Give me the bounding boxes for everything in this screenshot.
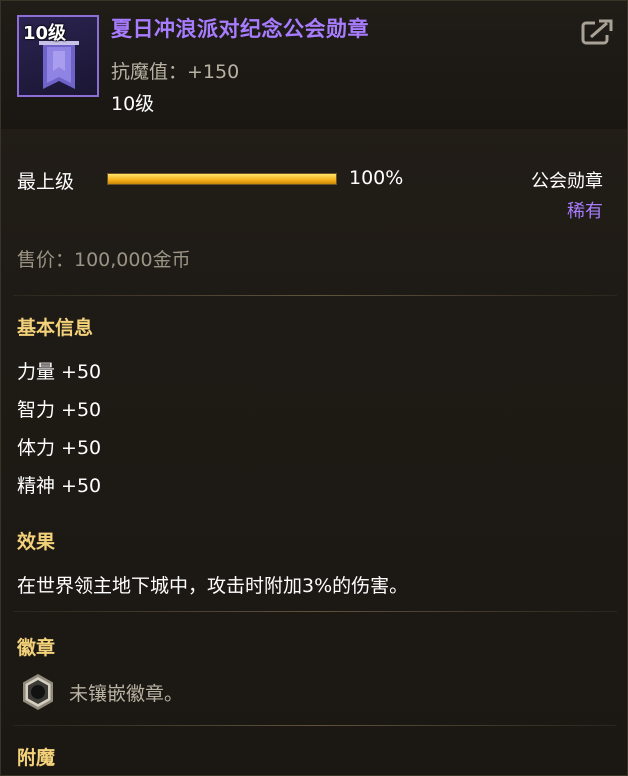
level-progress-text: 100%: [349, 167, 404, 189]
effect-title: 效果: [17, 531, 56, 553]
enhance-level-label: 最上级: [17, 171, 75, 193]
level-progress-fill: [108, 174, 336, 184]
item-icon-level: 10级: [23, 23, 67, 44]
emblem-title: 徽章: [17, 637, 56, 659]
divider: [13, 295, 617, 296]
item-title: 夏日冲浪派对纪念公会勋章: [111, 17, 369, 41]
item-main-stat: 抗魔值：+150: [111, 61, 240, 83]
item-rarity: 稀有: [567, 201, 603, 222]
item-level: 10级: [111, 93, 155, 115]
basic-info-title: 基本信息: [17, 317, 94, 339]
enchant-title: 附魔: [17, 747, 56, 769]
guild-banner-icon: [39, 41, 79, 89]
item-price: 售价：100,000金币: [17, 249, 191, 271]
stat-line: 体力 +50: [17, 437, 102, 459]
item-type: 公会勋章: [531, 171, 603, 192]
stat-line: 力量 +50: [17, 361, 102, 383]
stat-line: 智力 +50: [17, 399, 102, 421]
item-header: 10级 夏日冲浪派对纪念公会勋章 抗魔值：+150 10级: [1, 1, 627, 129]
item-icon-frame: 10级: [17, 15, 99, 97]
level-progress-bar: [107, 173, 337, 185]
share-export-icon[interactable]: [581, 17, 615, 47]
empty-emblem-slot-icon: [23, 674, 53, 710]
emblem-status-text: 未镶嵌徽章。: [69, 683, 184, 705]
divider: [13, 725, 617, 726]
effect-text: 在世界领主地下城中，攻击时附加3%的伤害。: [17, 575, 409, 597]
stat-line: 精神 +50: [17, 475, 102, 497]
divider: [13, 611, 617, 612]
item-tooltip-panel: 10级 夏日冲浪派对纪念公会勋章 抗魔值：+150 10级 最上级 100% 公…: [0, 0, 628, 776]
